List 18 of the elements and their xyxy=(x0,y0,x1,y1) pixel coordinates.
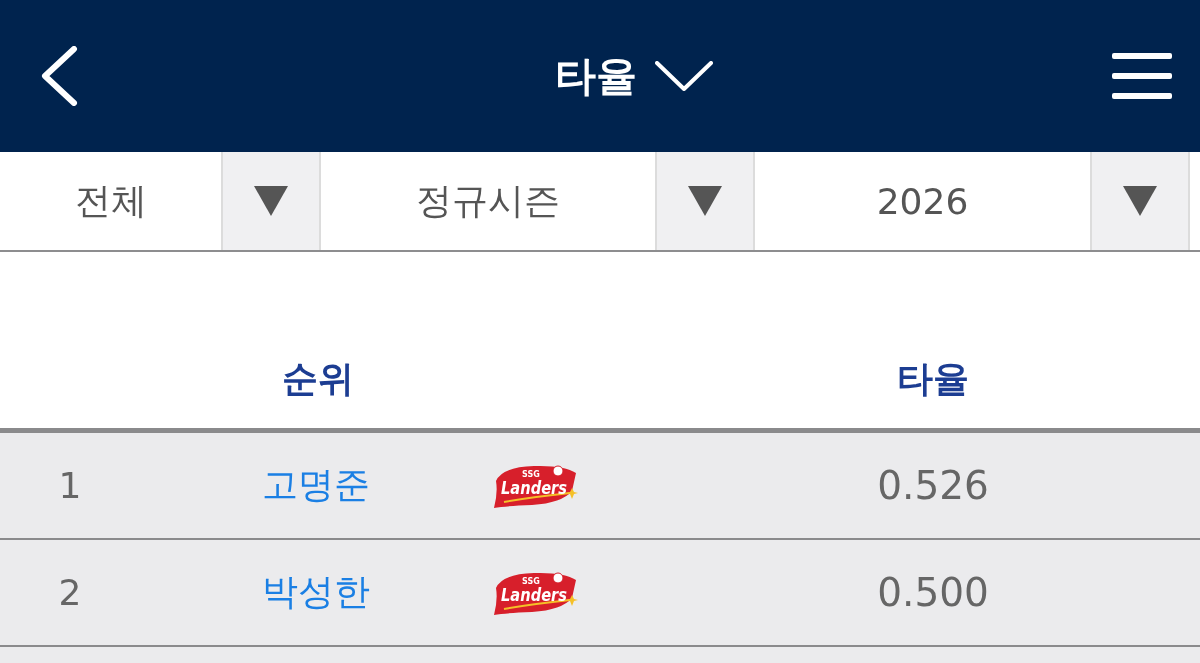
dropdown-arrow-icon xyxy=(254,186,288,216)
dropdown-arrow-icon xyxy=(688,186,722,216)
back-icon xyxy=(40,46,78,106)
menu-button[interactable] xyxy=(1112,53,1172,99)
rank-cell: 1 xyxy=(58,465,82,506)
dropdown-button[interactable] xyxy=(223,152,321,250)
dropdown-arrow-icon xyxy=(1123,186,1157,216)
menu-icon xyxy=(1112,53,1172,99)
back-button[interactable] xyxy=(40,46,78,106)
chevron-down-icon xyxy=(655,61,713,91)
rank-cell: 2 xyxy=(58,572,82,613)
title-dropdown[interactable]: 타율 xyxy=(555,48,713,104)
dropdown-button[interactable] xyxy=(657,152,755,250)
batting-average-cell: 0.526 xyxy=(877,463,989,508)
dropdown-button[interactable] xyxy=(1092,152,1190,250)
column-header: 순위 xyxy=(282,356,354,401)
batting-average-cell: 0.500 xyxy=(877,570,989,615)
column-header: 타율 xyxy=(897,356,969,401)
